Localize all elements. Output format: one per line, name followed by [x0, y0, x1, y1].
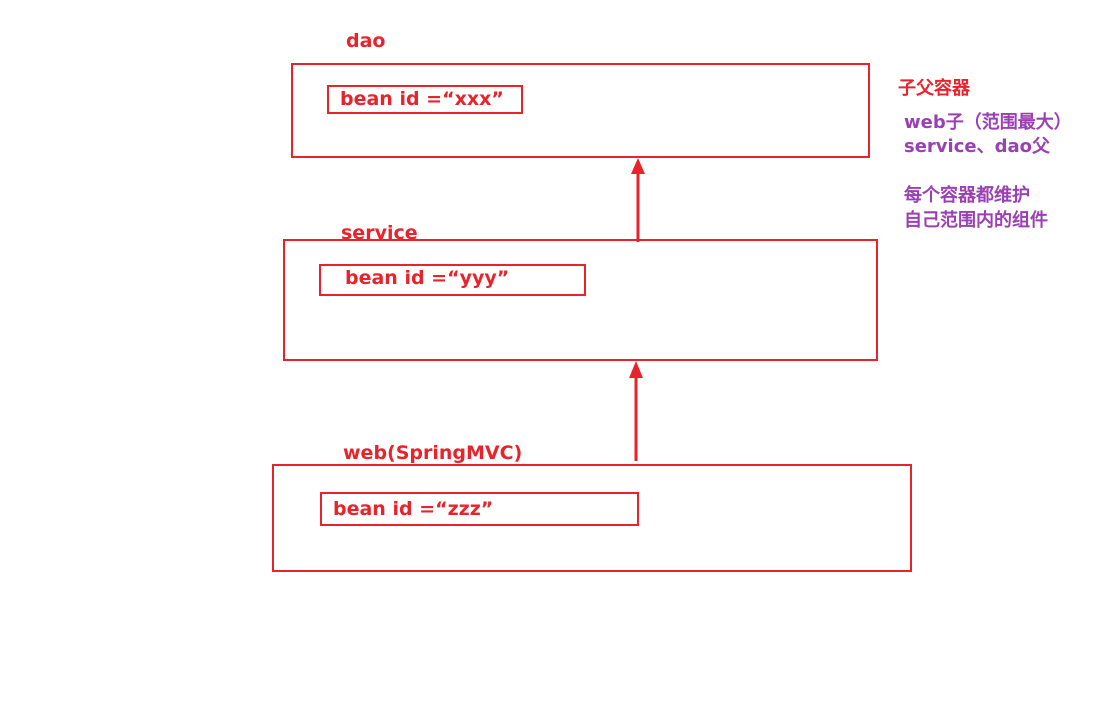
arrow-service-to-dao — [631, 158, 645, 242]
notes-line-3: 每个容器都维护 — [904, 185, 1030, 206]
arrows-layer — [629, 158, 645, 461]
arrow-web-to-service — [629, 361, 643, 461]
notes-title: 子父容器 — [898, 78, 970, 99]
notes-line-1: web子（范围最大） — [904, 112, 1072, 133]
notes-line-4: 自己范围内的组件 — [904, 210, 1048, 231]
notes-line-2: service、dao父 — [904, 136, 1050, 157]
